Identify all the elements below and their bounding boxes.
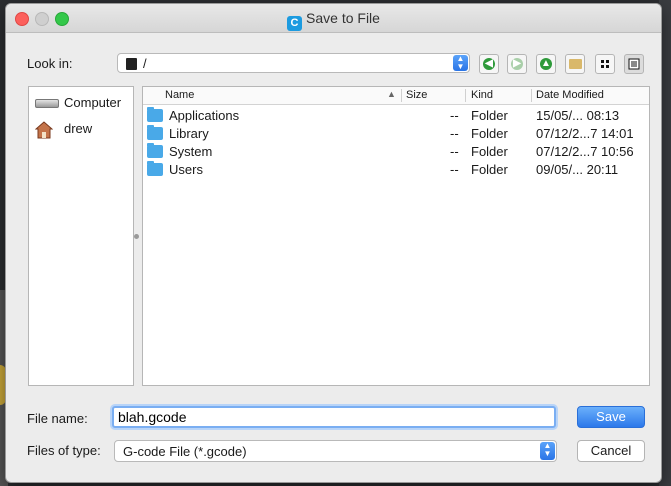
look-in-combo[interactable]: / ▲ ▼ xyxy=(117,53,470,73)
home-icon xyxy=(35,121,53,139)
file-kind: Folder xyxy=(471,162,508,177)
grid-view-icon xyxy=(601,60,609,68)
look-in-value: / xyxy=(143,56,147,71)
file-kind: Folder xyxy=(471,126,508,141)
table-row[interactable]: Users -- Folder 09/05/... 20:11 xyxy=(143,161,649,179)
column-header-size[interactable]: Size xyxy=(406,89,427,101)
column-header-name[interactable]: Name xyxy=(165,89,194,101)
file-name: Library xyxy=(169,126,209,141)
file-date: 07/12/2...7 14:01 xyxy=(536,126,634,141)
forward-button[interactable]: ▶ xyxy=(507,54,527,74)
detail-view-button[interactable] xyxy=(624,54,644,74)
new-folder-button[interactable] xyxy=(565,54,585,74)
file-size: -- xyxy=(450,108,459,123)
save-button[interactable]: Save xyxy=(577,406,645,428)
system-folder-icon xyxy=(147,143,163,158)
file-date: 09/05/... 20:11 xyxy=(536,162,619,177)
drive-icon xyxy=(35,99,59,108)
detail-list-icon xyxy=(628,58,640,70)
library-folder-icon xyxy=(147,125,163,140)
new-folder-icon xyxy=(569,59,582,69)
sidebar-item-computer[interactable]: Computer xyxy=(35,93,131,113)
file-name-label: File name: xyxy=(27,411,88,426)
app-logo-icon: C xyxy=(287,16,303,31)
up-arrow-icon: ▲ xyxy=(540,58,552,70)
back-button[interactable]: ◀ xyxy=(479,54,499,74)
file-name-input[interactable] xyxy=(118,409,548,425)
parent-directory-button[interactable]: ▲ xyxy=(536,54,556,74)
applications-folder-icon xyxy=(147,107,163,122)
cancel-button[interactable]: Cancel xyxy=(577,440,645,462)
column-divider[interactable] xyxy=(531,89,532,102)
window-title-area: C Save to File xyxy=(6,10,661,31)
file-size: -- xyxy=(450,162,459,177)
files-of-type-combo[interactable]: G-code File (*.gcode) ▲ ▼ xyxy=(114,440,557,462)
file-kind: Folder xyxy=(471,144,508,159)
window-title: Save to File xyxy=(306,10,380,26)
column-divider[interactable] xyxy=(401,89,402,102)
file-size: -- xyxy=(450,126,459,141)
look-in-label: Look in: xyxy=(27,56,73,71)
file-list: Name ▲ Size Kind Date Modified Applicati… xyxy=(142,86,650,386)
list-view-button[interactable] xyxy=(595,54,615,74)
sort-ascending-icon: ▲ xyxy=(387,89,396,99)
file-name: Applications xyxy=(169,108,240,123)
files-of-type-value: G-code File (*.gcode) xyxy=(123,444,247,459)
splitter-handle[interactable] xyxy=(134,234,139,239)
file-size: -- xyxy=(450,144,459,159)
sidebar-item-label: Computer xyxy=(64,95,122,110)
files-of-type-label: Files of type: xyxy=(27,443,101,458)
column-header-kind[interactable]: Kind xyxy=(471,89,493,101)
table-row[interactable]: Library -- Folder 07/12/2...7 14:01 xyxy=(143,125,649,143)
files-of-type-dropdown-arrow-icon[interactable]: ▲ ▼ xyxy=(540,442,555,460)
file-name-field[interactable] xyxy=(112,406,556,428)
users-folder-icon xyxy=(147,161,163,176)
sidebar-item-drew[interactable]: drew xyxy=(35,119,131,139)
file-date: 07/12/2...7 10:56 xyxy=(536,144,634,159)
table-row[interactable]: Applications -- Folder 15/05/... 08:13 xyxy=(143,107,649,125)
table-row[interactable]: System -- Folder 07/12/2...7 10:56 xyxy=(143,143,649,161)
sidebar-item-label: drew xyxy=(64,121,93,136)
sidebar: Computer drew xyxy=(28,86,134,386)
file-date: 15/05/... 08:13 xyxy=(536,108,620,123)
file-list-header: Name ▲ Size Kind Date Modified xyxy=(143,87,649,105)
file-name: System xyxy=(169,144,213,159)
column-divider[interactable] xyxy=(465,89,466,102)
save-dialog: C Save to File Look in: / ▲ ▼ ◀ ▶ ▲ Comput… xyxy=(6,4,661,482)
look-in-dropdown-arrow-icon[interactable]: ▲ ▼ xyxy=(453,55,468,71)
back-arrow-icon: ◀ xyxy=(483,58,495,70)
title-bar: C Save to File xyxy=(6,4,661,33)
root-folder-icon xyxy=(126,58,137,70)
file-name: Users xyxy=(169,162,203,177)
file-kind: Folder xyxy=(471,108,508,123)
forward-arrow-icon: ▶ xyxy=(511,58,523,70)
column-header-date[interactable]: Date Modified xyxy=(536,89,604,101)
